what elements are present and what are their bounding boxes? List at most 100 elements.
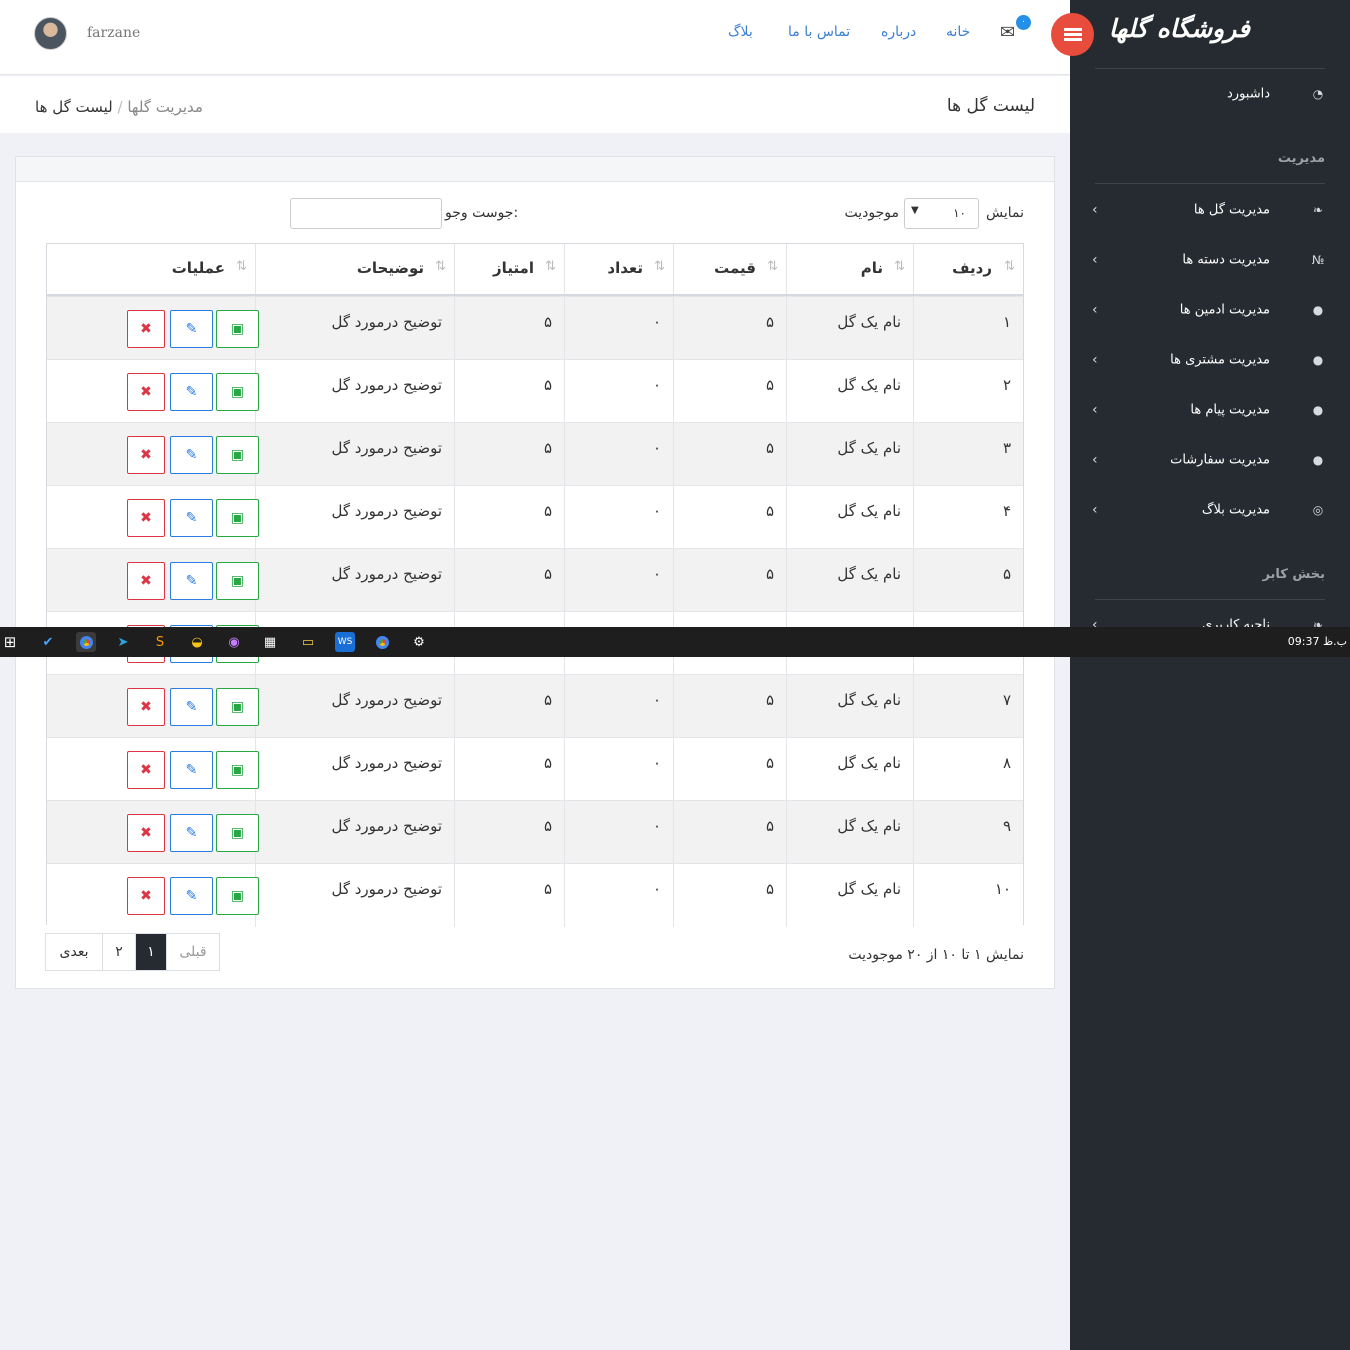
todo-app-icon[interactable]: ✔ xyxy=(38,632,58,652)
vpn-app-icon[interactable]: ◒ xyxy=(187,632,207,652)
sidebar-toggle-button[interactable] xyxy=(1051,13,1094,56)
comment-icon: ● xyxy=(1312,453,1324,467)
edit-button[interactable]: ✎ xyxy=(170,499,213,537)
sidebar-item-dashboard[interactable]: ◔ داشبورد xyxy=(1070,69,1350,119)
table-cell: توضیح درمورد گل xyxy=(255,738,454,801)
search-input[interactable] xyxy=(290,198,442,229)
leaf-icon: ❧ xyxy=(1312,203,1324,217)
nav-link-contact[interactable]: تماس با ما xyxy=(788,24,850,40)
table-cell: ۵ xyxy=(673,675,786,738)
dashboard-icon: ◔ xyxy=(1312,87,1324,101)
table-cell: توضیح درمورد گل xyxy=(255,549,454,612)
image-button[interactable]: ▣ xyxy=(216,310,259,348)
file-explorer-icon[interactable]: ▭ xyxy=(298,632,318,652)
table-cell: ۰ xyxy=(564,549,673,612)
edit-button[interactable]: ✎ xyxy=(170,751,213,789)
edit-button[interactable]: ✎ xyxy=(170,877,213,915)
header-col-count[interactable]: تعداد ⇅ xyxy=(564,244,673,294)
header-col-rating[interactable]: امتیاز ⇅ xyxy=(454,244,564,294)
image-icon: ▣ xyxy=(230,825,245,841)
delete-button[interactable]: ✖ xyxy=(127,688,165,726)
edit-button[interactable]: ✎ xyxy=(170,562,213,600)
delete-button[interactable]: ✖ xyxy=(127,373,165,411)
sort-icon[interactable]: ⇅ xyxy=(1004,259,1015,274)
sublime-text-icon[interactable]: S xyxy=(150,632,170,652)
image-button[interactable]: ▣ xyxy=(216,436,259,474)
delete-button[interactable]: ✖ xyxy=(127,562,165,600)
calendar-icon[interactable]: ▦ xyxy=(260,632,280,652)
next-page-button[interactable]: بعدی xyxy=(46,934,103,970)
nav-link-blog[interactable]: بلاگ xyxy=(728,24,753,40)
user-avatar[interactable] xyxy=(34,17,67,50)
username[interactable]: farzane xyxy=(87,25,140,41)
delete-button[interactable]: ✖ xyxy=(127,436,165,474)
image-button[interactable]: ▣ xyxy=(216,814,259,852)
header-col-actions[interactable]: عملیات ⇅ xyxy=(47,244,255,294)
image-icon: ▣ xyxy=(230,384,245,400)
edit-button[interactable]: ✎ xyxy=(170,373,213,411)
delete-button[interactable]: ✖ xyxy=(127,751,165,789)
sidebar-item[interactable]: ● مدیریت پیام ها ‹ xyxy=(1070,385,1350,435)
sort-icon[interactable]: ⇅ xyxy=(435,259,446,274)
edit-button[interactable]: ✎ xyxy=(170,436,213,474)
nav-link-about[interactable]: درباره xyxy=(881,24,916,40)
cell-text: ۵ xyxy=(765,439,774,457)
sidebar-item[interactable]: ● مدیریت مشتری ها ‹ xyxy=(1070,335,1350,385)
header-col-price[interactable]: قیمت ⇅ xyxy=(673,244,786,294)
edit-icon: ✎ xyxy=(185,573,198,589)
image-button[interactable]: ▣ xyxy=(216,877,259,915)
sidebar-section-user: بخش کابر xyxy=(1262,567,1325,582)
image-icon: ▣ xyxy=(230,699,245,715)
edit-button[interactable]: ✎ xyxy=(170,814,213,852)
sidebar-item[interactable]: ● مدیریت سفارشات ‹ xyxy=(1070,435,1350,485)
nav-link-home[interactable]: خانه xyxy=(946,24,970,40)
chevron-left-icon: ‹ xyxy=(1092,452,1098,468)
header-col-description[interactable]: توضیحات ⇅ xyxy=(255,244,454,294)
sort-icon[interactable]: ⇅ xyxy=(767,259,778,274)
sort-icon[interactable]: ⇅ xyxy=(545,259,556,274)
cell-text: ۴ xyxy=(1002,502,1011,520)
edit-button[interactable]: ✎ xyxy=(170,688,213,726)
sidebar-item[interactable]: ❧ مدیریت گل ها ‹ xyxy=(1070,185,1350,235)
column-header-label: عملیات xyxy=(171,259,225,277)
sidebar-item[interactable]: № مدیریت دسته ها ‹ xyxy=(1070,235,1350,285)
table-cell-actions: ▣ ✎ ✖ xyxy=(47,801,259,864)
chrome-icon[interactable] xyxy=(76,632,96,652)
cell-text: ۵ xyxy=(765,376,774,394)
breadcrumb-parent[interactable]: مدیریت گلها xyxy=(127,98,203,116)
header-col-name[interactable]: نام ⇅ xyxy=(786,244,913,294)
page-2-button[interactable]: ۲ xyxy=(103,934,136,970)
page-size-select[interactable]: ۱۰ ▼ xyxy=(904,198,979,229)
table-row: ۱ نام یک گل ۵ ۰ ۵ توضیح درمورد گل ▣ ✎ ✖ xyxy=(47,296,1023,360)
delete-button[interactable]: ✖ xyxy=(127,499,165,537)
image-button[interactable]: ▣ xyxy=(216,373,259,411)
image-button[interactable]: ▣ xyxy=(216,562,259,600)
image-button[interactable]: ▣ xyxy=(216,499,259,537)
sidebar-item[interactable]: ◎ مدیریت بلاگ ‹ xyxy=(1070,485,1350,535)
media-app-icon[interactable]: ◉ xyxy=(224,632,244,652)
sort-icon[interactable]: ⇅ xyxy=(894,259,905,274)
image-button[interactable]: ▣ xyxy=(216,688,259,726)
telegram-icon[interactable]: ➤ xyxy=(113,632,133,652)
chrome-icon[interactable] xyxy=(372,632,392,652)
brand-logo[interactable]: فروشگاه گلها xyxy=(1109,14,1250,43)
sidebar-item-label: مدیریت بلاگ xyxy=(1201,502,1270,518)
cell-text: ۰ xyxy=(652,439,661,457)
header-col-row[interactable]: ردیف ⇅ xyxy=(913,244,1023,294)
edit-button[interactable]: ✎ xyxy=(170,310,213,348)
image-button[interactable]: ▣ xyxy=(216,751,259,789)
delete-button[interactable]: ✖ xyxy=(127,877,165,915)
sidebar-item[interactable]: ● مدیریت ادمین ها ‹ xyxy=(1070,285,1350,335)
comment-icon: ● xyxy=(1312,403,1324,417)
page-1-button[interactable]: ۱ xyxy=(136,934,167,970)
settings-icon[interactable]: ⚙ xyxy=(409,632,429,652)
table-cell-actions: ▣ ✎ ✖ xyxy=(47,486,259,549)
sort-icon[interactable]: ⇅ xyxy=(236,259,247,274)
delete-button[interactable]: ✖ xyxy=(127,310,165,348)
windows-start-icon[interactable]: ⊞ xyxy=(0,632,20,652)
webstorm-icon[interactable]: WS xyxy=(335,632,355,652)
mail-icon[interactable]: ✉ xyxy=(1000,22,1015,43)
delete-button[interactable]: ✖ xyxy=(127,814,165,852)
cell-text: ۵ xyxy=(765,880,774,898)
sort-icon[interactable]: ⇅ xyxy=(654,259,665,274)
